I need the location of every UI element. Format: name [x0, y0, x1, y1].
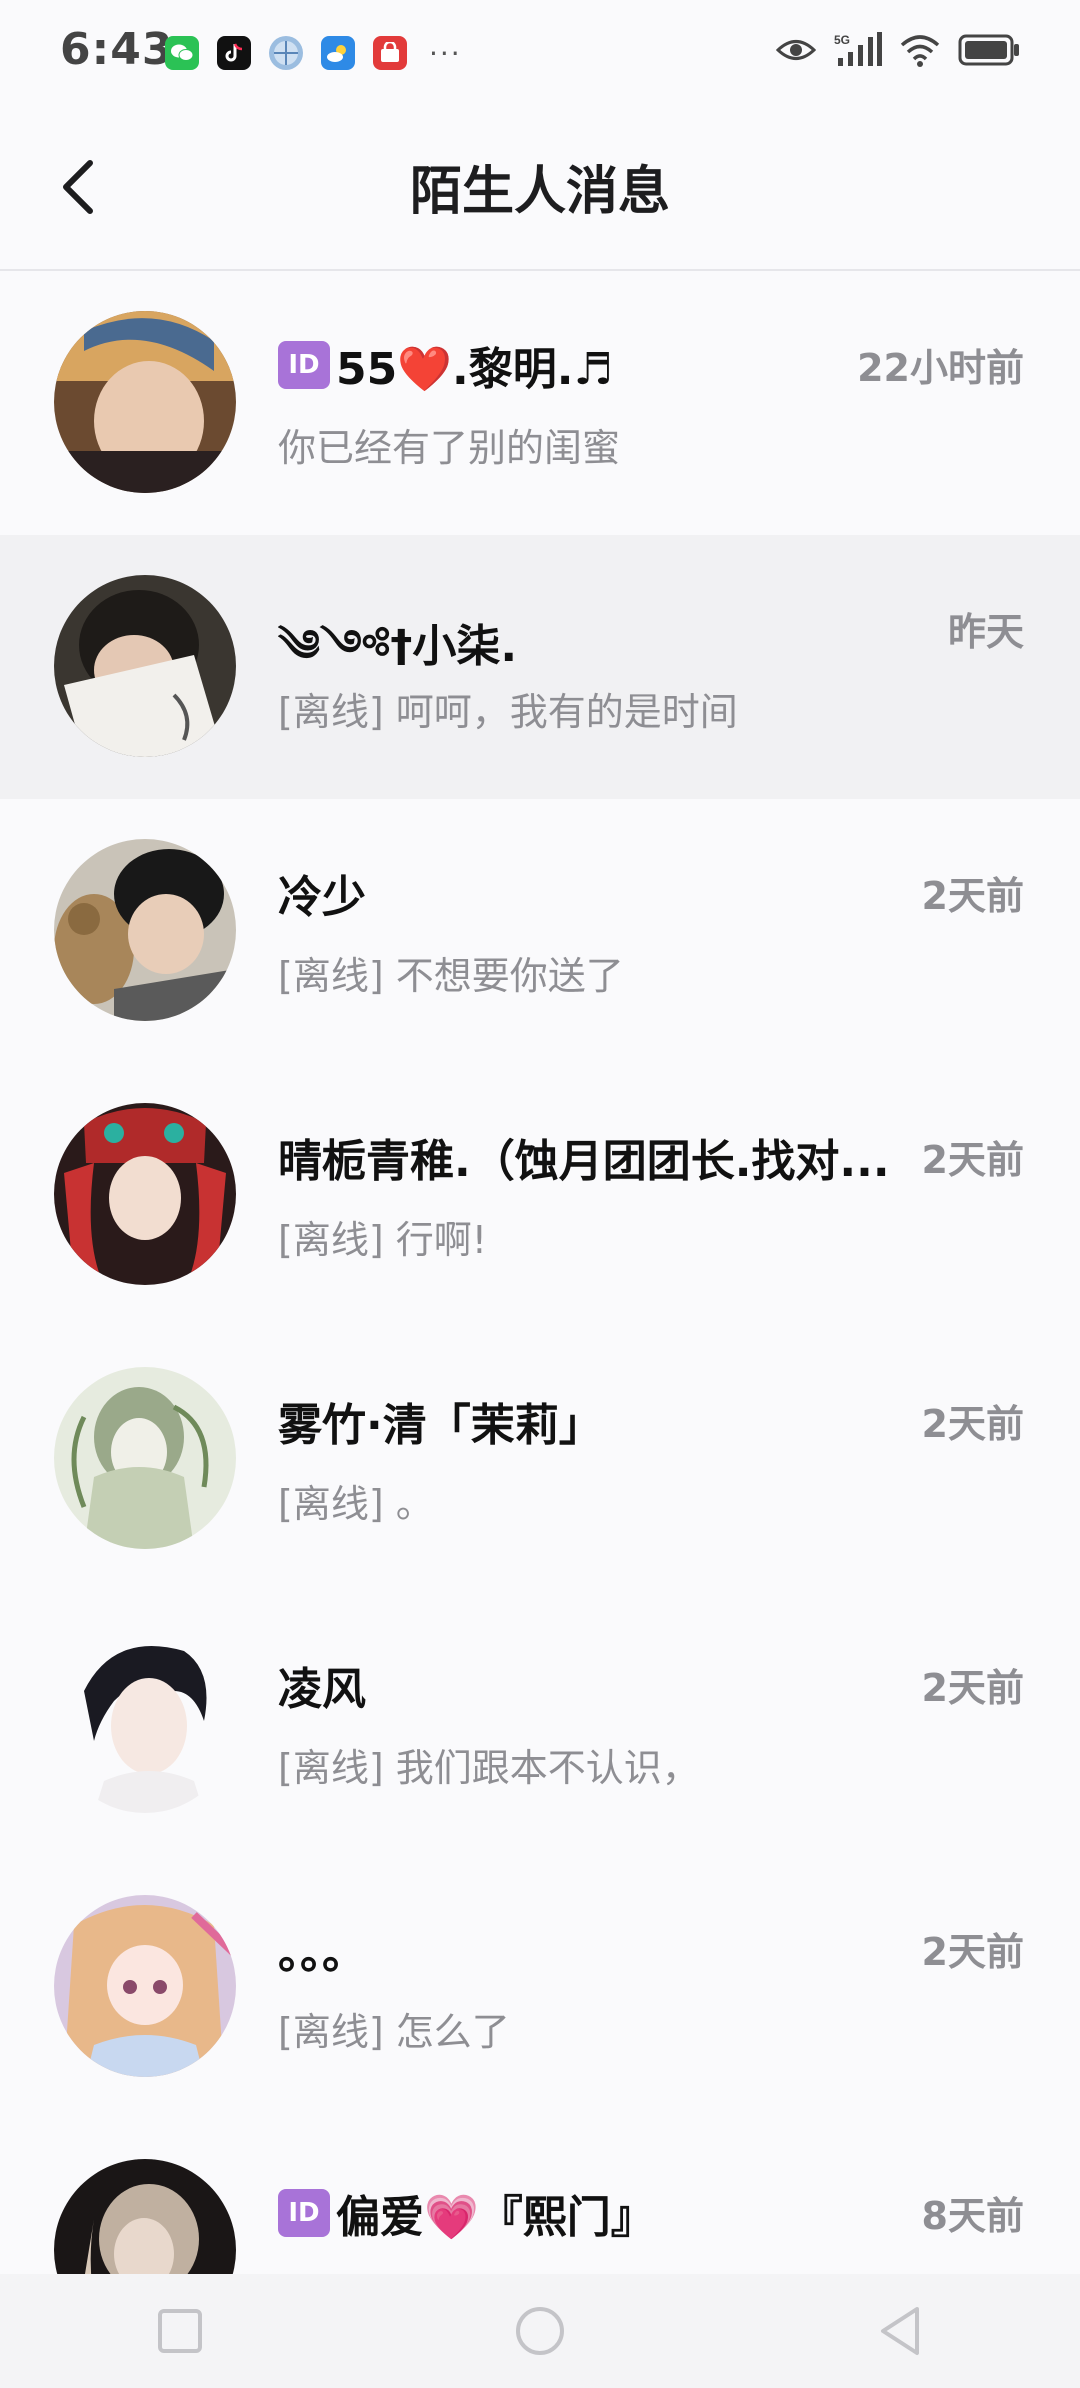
- contact-name-text: 冷少: [278, 872, 366, 923]
- shop-icon: [373, 36, 407, 70]
- message-time: 2天前: [921, 1930, 1024, 1974]
- message-item[interactable]: 雾竹·清「茉莉」 2天前 [离线] 。: [0, 1327, 1080, 1591]
- message-item[interactable]: 凌风 2天前 [离线] 我们跟本不认识，: [0, 1591, 1080, 1855]
- more-notifications-icon: ···: [429, 36, 462, 70]
- message-preview: [离线] 。: [278, 1482, 434, 1526]
- avatar: [54, 839, 236, 1021]
- message-time: 2天前: [921, 1402, 1024, 1446]
- message-time: 2天前: [921, 874, 1024, 918]
- id-badge: ID: [278, 2189, 330, 2237]
- network-type: 5G: [834, 33, 850, 47]
- message-item[interactable]: 冷少 2天前 [离线] 不想要你送了: [0, 799, 1080, 1063]
- weather-icon: [321, 36, 355, 70]
- message-time: 昨天: [947, 610, 1024, 654]
- message-item[interactable]: ༄༺†小柒. 昨天 [离线] 呵呵，我有的是时间: [0, 535, 1080, 799]
- id-badge: ID: [278, 341, 330, 389]
- avatar: [54, 1631, 236, 1813]
- contact-name-text: 凌风: [278, 1664, 366, 1715]
- page-title: 陌生人消息: [409, 162, 670, 222]
- message-item[interactable]: 晴栀青稚.（蚀月团团长.找对... 2天前 [离线] 行啊!: [0, 1063, 1080, 1327]
- message-preview: 你已经有了别的闺蜜: [278, 426, 621, 470]
- contact-name-text: 偏爱💗『熙门』: [336, 2192, 655, 2243]
- contact-name: 。。。: [278, 1917, 366, 1981]
- contact-name-text: 晴栀青稚.（蚀月团团长.找对...: [278, 1136, 890, 1187]
- ball-icon: [269, 36, 303, 70]
- message-preview: [离线] 不想要你送了: [278, 954, 624, 998]
- contact-name: 凌风: [278, 1653, 366, 1717]
- message-time: 2天前: [921, 1666, 1024, 1710]
- signal-icon: 5G: [834, 32, 882, 66]
- wechat-icon: [165, 36, 199, 70]
- home-icon: [516, 2307, 564, 2355]
- contact-name-text: 雾竹·清「茉莉」: [278, 1400, 603, 1451]
- contact-name: 冷少: [278, 861, 366, 925]
- recent-apps-icon: [158, 2309, 202, 2353]
- contact-name: 晴栀青稚.（蚀月团团长.找对...: [278, 1125, 890, 1189]
- home-button[interactable]: [510, 2301, 570, 2361]
- contact-name-text: 。。。: [278, 1928, 366, 1979]
- contact-name-text: 55❤️.黎明.♬: [336, 344, 613, 395]
- contact-name: 雾竹·清「茉莉」: [278, 1389, 603, 1453]
- message-preview: [离线] 呵呵，我有的是时间: [278, 690, 738, 734]
- avatar: [54, 575, 236, 757]
- status-indicators: 5G: [776, 32, 1020, 68]
- avatar: [54, 1103, 236, 1285]
- message-preview: [离线] 我们跟本不认识，: [278, 1746, 700, 1790]
- message-preview: [离线] 行啊!: [278, 1218, 487, 1262]
- contact-name: ID 偏爱💗『熙门』: [278, 2181, 655, 2245]
- message-list: ID 55❤️.黎明.♬ 22小时前 你已经有了别的闺蜜 ༄༺†小柒. 昨天 […: [0, 271, 1080, 2383]
- wifi-icon: [900, 35, 940, 67]
- avatar: [54, 1895, 236, 2077]
- avatar: [54, 1367, 236, 1549]
- back-icon: [881, 2307, 919, 2355]
- battery-icon: [958, 34, 1019, 66]
- status-app-icons: ···: [165, 36, 462, 70]
- tiktok-icon: [217, 36, 251, 70]
- system-nav-bar: [0, 2274, 1080, 2388]
- message-time: 2天前: [921, 1138, 1024, 1182]
- recent-apps-button[interactable]: [150, 2301, 210, 2361]
- header-bar: 陌生人消息: [0, 105, 1080, 271]
- message-item[interactable]: ID 55❤️.黎明.♬ 22小时前 你已经有了别的闺蜜: [0, 271, 1080, 535]
- status-bar: 6:43 ··· 5G: [0, 0, 1080, 105]
- status-time: 6:43: [60, 24, 174, 75]
- message-item[interactable]: 。。。 2天前 [离线] 怎么了: [0, 1855, 1080, 2119]
- message-time: 22小时前: [857, 346, 1024, 390]
- contact-name: ID 55❤️.黎明.♬: [278, 333, 613, 397]
- message-preview: [离线] 怎么了: [278, 2010, 510, 2054]
- avatar: [54, 311, 236, 493]
- nav-back-button[interactable]: [870, 2301, 930, 2361]
- eye-icon: [776, 40, 816, 60]
- message-time: 8天前: [921, 2194, 1024, 2238]
